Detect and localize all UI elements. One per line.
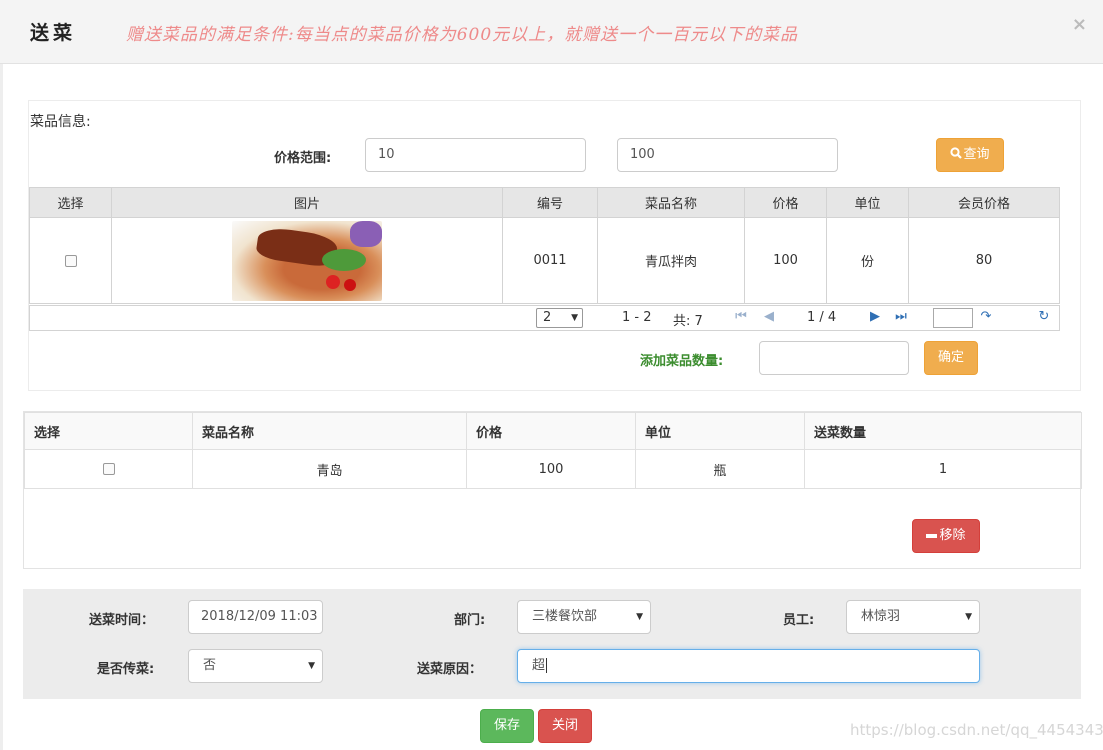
cell-code: 0011 [502, 217, 598, 304]
gift-cell-name: 青岛 [192, 449, 467, 489]
refresh-icon[interactable]: ↻ [1036, 309, 1052, 325]
table-row[interactable]: 0011 青瓜拌肉 100 份 80 [29, 217, 1060, 304]
col-select: 选择 [29, 187, 112, 218]
confirm-button[interactable]: 确定 [924, 341, 978, 375]
gift-col-select: 选择 [24, 412, 193, 450]
gift-panel: 选择 菜品名称 价格 单位 送菜数量 青岛 100 瓶 1 移除 [23, 411, 1082, 569]
serve-value: 否 [203, 658, 217, 673]
modal-header: 送菜 赠送菜品的满足条件:每当点的菜品价格为600元以上，就赠送一个一百元以下的… [0, 0, 1103, 64]
pager: 2 ▼ 1 - 2 共: 7 ⏮ ◀ 1 / 4 ▶ ⏭ ↷ ↻ [29, 305, 1060, 331]
page-size-select[interactable]: 2 ▼ [536, 308, 583, 328]
add-qty-input[interactable] [759, 341, 909, 375]
minus-icon [926, 533, 938, 538]
dept-label: 部门: [454, 613, 486, 628]
col-unit: 单位 [826, 187, 909, 218]
watermark: https://blog.csdn.net/qq_44543430 [850, 721, 1103, 739]
min-price-input[interactable]: 10 [365, 138, 586, 172]
col-image: 图片 [111, 187, 503, 218]
dept-select[interactable]: 三楼餐饮部 ▼ [517, 600, 651, 634]
dish-panel-label: 菜品信息: [30, 114, 91, 130]
gift-col-unit: 单位 [635, 412, 805, 450]
gift-cell-qty: 1 [804, 449, 1082, 489]
time-label: 送菜时间： [89, 613, 155, 628]
gift-col-name: 菜品名称 [192, 412, 467, 450]
goto-page-input[interactable] [933, 308, 973, 328]
table-row[interactable]: 青岛 100 瓶 1 [24, 449, 1082, 489]
dish-panel: 菜品信息: 价格范围: 10 100 查询 选择 图片 编号 菜品名称 价格 单… [28, 100, 1081, 391]
next-page-icon[interactable]: ▶ [867, 309, 883, 325]
row-checkbox[interactable] [64, 254, 77, 267]
query-button[interactable]: 查询 [936, 138, 1004, 172]
reason-label: 送菜原因： [417, 662, 483, 677]
cell-member-price: 80 [908, 217, 1060, 304]
serve-select[interactable]: 否 ▼ [188, 649, 323, 683]
col-member-price: 会员价格 [908, 187, 1060, 218]
reason-input[interactable]: 超 [517, 649, 980, 683]
cell-unit: 份 [826, 217, 909, 304]
last-page-icon[interactable]: ⏭ [893, 309, 909, 325]
col-name: 菜品名称 [597, 187, 745, 218]
serve-label: 是否传菜: [97, 662, 155, 677]
chevron-down-icon: ▼ [965, 612, 972, 622]
cell-price: 100 [744, 217, 827, 304]
modal-title: 送菜 [30, 22, 77, 44]
staff-label: 员工: [783, 613, 815, 628]
goto-arrow-icon[interactable]: ↷ [978, 309, 994, 325]
col-price: 价格 [744, 187, 827, 218]
remove-button[interactable]: 移除 [912, 519, 980, 553]
first-page-icon[interactable]: ⏮ [733, 309, 749, 325]
modal-subtitle: 赠送菜品的满足条件:每当点的菜品价格为600元以上，就赠送一个一百元以下的菜品 [126, 25, 799, 45]
price-range-label: 价格范围: [274, 151, 332, 166]
reason-value: 超 [532, 658, 546, 673]
dish-image [232, 220, 382, 301]
gift-table: 选择 菜品名称 价格 单位 送菜数量 青岛 100 瓶 1 [24, 412, 1082, 489]
gift-col-price: 价格 [466, 412, 636, 450]
save-button[interactable]: 保存 [480, 709, 534, 743]
pager-range: 1 - 2 [622, 310, 652, 325]
search-icon [950, 140, 963, 159]
query-button-label: 查询 [963, 147, 990, 162]
pager-total: 共: 7 [673, 314, 703, 329]
gift-row-checkbox[interactable] [102, 463, 115, 475]
cell-name: 青瓜拌肉 [597, 217, 745, 304]
staff-select[interactable]: 林惊羽 ▼ [846, 600, 980, 634]
chevron-down-icon: ▼ [308, 661, 315, 671]
text-cursor [546, 658, 548, 673]
gift-form: 送菜时间： 2018/12/09 11:03 部门: 三楼餐饮部 ▼ 员工: 林惊… [23, 589, 1081, 699]
gift-cell-unit: 瓶 [635, 449, 805, 489]
backdrop-edge [0, 64, 3, 750]
time-input[interactable]: 2018/12/09 11:03 [188, 600, 323, 634]
chevron-down-icon: ▼ [636, 612, 643, 622]
add-qty-label: 添加菜品数量: [640, 354, 724, 369]
col-code: 编号 [502, 187, 598, 218]
gift-cell-price: 100 [466, 449, 636, 489]
gift-table-header: 选择 菜品名称 价格 单位 送菜数量 [24, 412, 1082, 450]
dish-table-header: 选择 图片 编号 菜品名称 价格 单位 会员价格 [29, 187, 1060, 218]
chevron-down-icon: ▼ [571, 313, 578, 323]
staff-value: 林惊羽 [861, 609, 901, 624]
pager-page: 1 / 4 [807, 310, 837, 325]
gift-col-qty: 送菜数量 [804, 412, 1082, 450]
remove-button-label: 移除 [939, 528, 966, 543]
page-size-value: 2 [543, 310, 552, 325]
dish-table: 选择 图片 编号 菜品名称 价格 单位 会员价格 0011 青瓜拌肉 100 份… [29, 187, 1060, 304]
dept-value: 三楼餐饮部 [532, 609, 598, 624]
prev-page-icon[interactable]: ◀ [761, 309, 777, 325]
close-icon[interactable]: × [1072, 14, 1087, 35]
close-button[interactable]: 关闭 [538, 709, 592, 743]
max-price-input[interactable]: 100 [617, 138, 838, 172]
